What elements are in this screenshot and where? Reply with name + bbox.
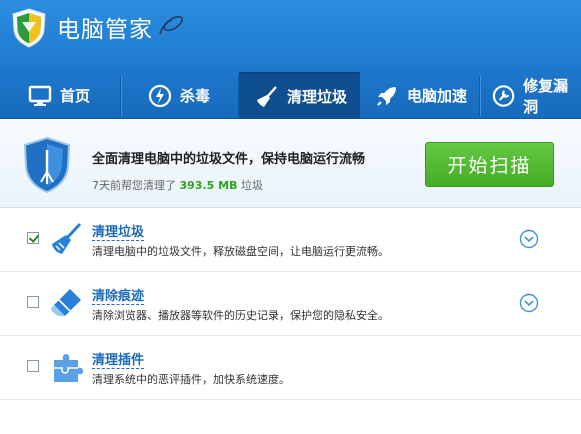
broom-icon xyxy=(257,85,277,107)
summary-suffix: 垃圾 xyxy=(240,179,263,192)
item-description: 清理电脑中的垃圾文件，释放磁盘空间，让电脑运行更流畅。 xyxy=(92,245,389,258)
repair-icon xyxy=(492,84,515,107)
tab-label: 修复漏洞 xyxy=(523,76,569,116)
tab-label: 首页 xyxy=(60,87,91,105)
tab-label: 电脑加速 xyxy=(407,87,468,105)
chevron-down-icon[interactable] xyxy=(519,293,539,313)
shield-logo-icon xyxy=(12,8,46,48)
shield-broom-icon xyxy=(23,136,71,194)
list-item-clean-junk: 清理垃圾 清理电脑中的垃圾文件，释放磁盘空间，让电脑运行更流畅。 xyxy=(0,208,581,272)
checkbox-clean-junk[interactable] xyxy=(27,232,39,244)
item-title[interactable]: 清除痕迹 xyxy=(92,285,145,305)
item-title[interactable]: 清理插件 xyxy=(92,349,145,369)
summary-prefix: 7天前帮您清理了 xyxy=(92,179,176,192)
item-description: 清除浏览器、播放器等软件的历史记录，保护您的隐私安全。 xyxy=(92,309,389,322)
checkbox-clear-traces[interactable] xyxy=(27,296,39,308)
swirl-logo-icon xyxy=(159,16,184,35)
rocket-icon xyxy=(377,86,396,106)
main-nav: 首页 杀毒 清理垃圾 电脑加速 修复漏洞 xyxy=(0,66,581,119)
tab-speed-up[interactable]: 电脑加速 xyxy=(375,72,467,119)
app-title: 电脑管家 xyxy=(57,17,153,43)
tab-clean-junk[interactable]: 清理垃圾 xyxy=(239,72,360,119)
cleaned-amount: 393.5 MB xyxy=(179,179,238,192)
tab-antivirus[interactable]: 杀毒 xyxy=(148,72,210,119)
tab-label: 清理垃圾 xyxy=(287,88,348,106)
virus-scan-icon xyxy=(148,84,172,107)
title-bar: 电脑管家 xyxy=(0,0,581,66)
tab-fix-vulnerabilities[interactable]: 修复漏洞 xyxy=(492,72,581,119)
list-item-clean-plugins: 清理插件 清理系统中的恶评插件，加快系统速度。 xyxy=(0,336,581,400)
broom-icon xyxy=(52,222,82,254)
monitor-icon xyxy=(28,85,52,106)
start-scan-button[interactable]: 开始扫描 xyxy=(425,142,554,187)
eraser-icon xyxy=(51,289,81,316)
tab-label: 杀毒 xyxy=(180,87,211,105)
item-description: 清理系统中的恶评插件，加快系统速度。 xyxy=(92,373,290,386)
checkbox-clean-plugins[interactable] xyxy=(27,360,39,372)
item-title[interactable]: 清理垃圾 xyxy=(92,221,145,241)
last-clean-summary: 7天前帮您清理了 393.5 MB 垃圾 xyxy=(92,177,263,193)
tab-home[interactable]: 首页 xyxy=(28,72,90,119)
puzzle-icon xyxy=(54,354,83,382)
chevron-down-icon[interactable] xyxy=(519,229,539,249)
headline: 全面清理电脑中的垃圾文件，保持电脑运行流畅 xyxy=(92,152,366,167)
list-item-clear-traces: 清除痕迹 清除浏览器、播放器等软件的历史记录，保护您的隐私安全。 xyxy=(0,272,581,336)
